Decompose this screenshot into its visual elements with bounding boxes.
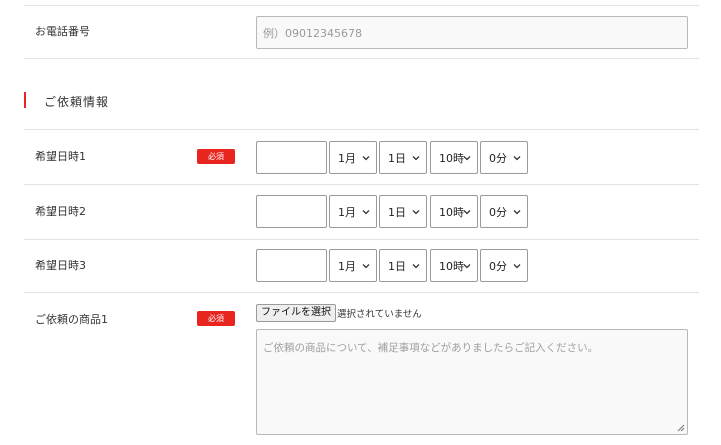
month-select-2[interactable]: 1月 [329, 195, 377, 228]
month-value: 1月 [338, 151, 356, 165]
day-select-2[interactable]: 1日 [379, 195, 427, 228]
hour-select-1[interactable]: 10時 [430, 141, 478, 174]
day-value: 1日 [388, 259, 406, 273]
phone-label: お電話番号 [35, 25, 90, 38]
date-input-2[interactable] [256, 195, 327, 228]
hour-value: 10時 [439, 205, 464, 219]
file-select-button[interactable]: ファイルを選択 [256, 304, 336, 322]
divider [24, 184, 699, 185]
hour-value: 10時 [439, 259, 464, 273]
resize-handle-icon[interactable] [677, 424, 685, 432]
day-select-1[interactable]: 1日 [379, 141, 427, 174]
chevron-down-icon [412, 155, 420, 160]
minute-select-1[interactable]: 0分 [480, 141, 528, 174]
minute-value: 0分 [489, 151, 507, 165]
file-status: 選択されていません [337, 309, 422, 320]
chevron-down-icon [513, 155, 521, 160]
month-value: 1月 [338, 259, 356, 273]
phone-input[interactable]: 例）09012345678 [256, 16, 688, 49]
chevron-down-icon [463, 263, 471, 268]
month-select-3[interactable]: 1月 [329, 249, 377, 282]
required-badge: 必須 [197, 311, 235, 326]
month-select-1[interactable]: 1月 [329, 141, 377, 174]
minute-value: 0分 [489, 259, 507, 273]
minute-value: 0分 [489, 205, 507, 219]
section-accent-bar [24, 92, 26, 108]
chevron-down-icon [412, 263, 420, 268]
day-value: 1日 [388, 151, 406, 165]
textarea-placeholder: ご依頼の商品について、補足事項などがありましたらご記入ください。 [263, 342, 599, 354]
divider [24, 239, 699, 240]
chevron-down-icon [513, 209, 521, 214]
item1-textarea[interactable]: ご依頼の商品について、補足事項などがありましたらご記入ください。 [256, 329, 688, 435]
chevron-down-icon [463, 209, 471, 214]
hour-value: 10時 [439, 151, 464, 165]
minute-select-3[interactable]: 0分 [480, 249, 528, 282]
minute-select-2[interactable]: 0分 [480, 195, 528, 228]
divider [24, 5, 699, 6]
chevron-down-icon [463, 155, 471, 160]
date-input-1[interactable] [256, 141, 327, 174]
divider [24, 292, 699, 293]
date-label-1: 希望日時1 [35, 150, 86, 163]
required-badge: 必須 [197, 149, 235, 164]
item1-label: ご依頼の商品1 [35, 313, 108, 326]
chevron-down-icon [412, 209, 420, 214]
date-input-3[interactable] [256, 249, 327, 282]
divider [24, 58, 699, 59]
day-select-3[interactable]: 1日 [379, 249, 427, 282]
month-value: 1月 [338, 205, 356, 219]
date-label-3: 希望日時3 [35, 259, 86, 272]
divider [24, 129, 699, 130]
chevron-down-icon [513, 263, 521, 268]
chevron-down-icon [362, 209, 370, 214]
hour-select-3[interactable]: 10時 [430, 249, 478, 282]
hour-select-2[interactable]: 10時 [430, 195, 478, 228]
section-title: ご依頼情報 [44, 95, 110, 109]
day-value: 1日 [388, 205, 406, 219]
date-label-2: 希望日時2 [35, 205, 86, 218]
chevron-down-icon [362, 155, 370, 160]
phone-placeholder: 例）09012345678 [263, 26, 362, 40]
chevron-down-icon [362, 263, 370, 268]
